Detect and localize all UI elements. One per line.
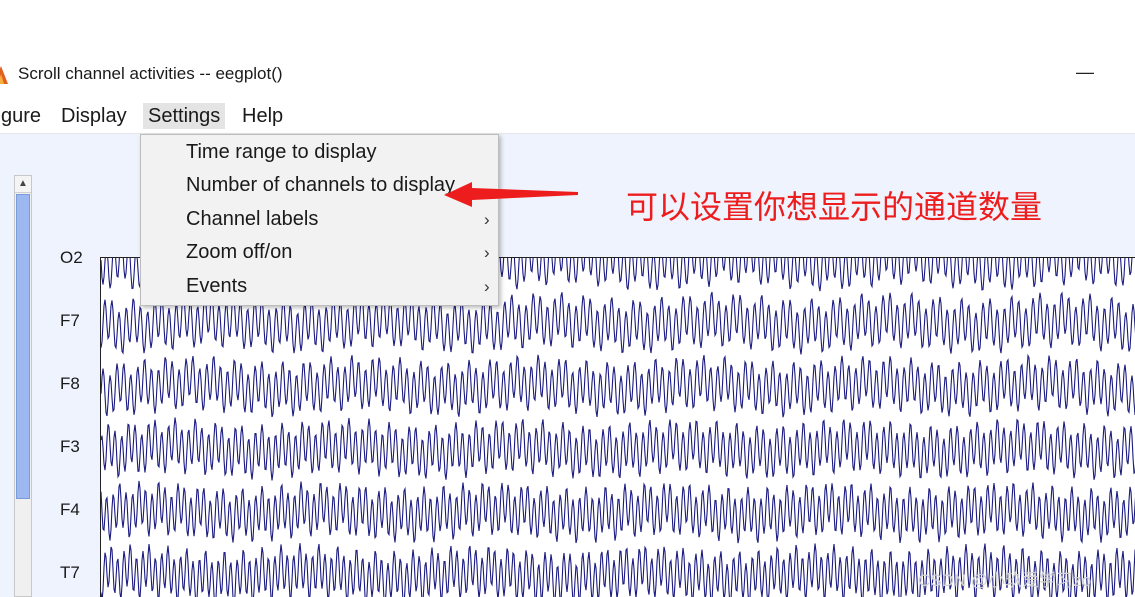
annotation-text: 可以设置你想显示的通道数量 [626,188,1043,226]
menu-item-label: Number of channels to display [186,174,456,196]
menu-item-label: Zoom off/on [186,241,293,263]
scroll-up-icon[interactable]: ▲ [15,176,31,193]
window-titlebar: Scroll channel activities -- eegplot() — [0,62,1135,98]
channel-label-f8: F8 [60,374,80,393]
channel-label-f4: F4 [60,500,80,519]
menu-item-zoom[interactable]: Zoom off/on › [141,237,498,270]
submenu-arrow-icon: › [484,243,490,262]
annotation-arrow-icon [444,182,578,207]
eeg-trace-f3 [101,417,1135,481]
menu-item-label: Channel labels [186,208,319,230]
window-title: Scroll channel activities -- eegplot() [18,64,283,83]
menu-item-label: Events [186,275,248,297]
matlab-app-icon [0,66,8,84]
menu-figure[interactable]: gure [0,103,46,129]
channel-scrollbar[interactable]: ▲ [14,175,32,597]
submenu-arrow-icon: › [484,277,490,296]
scroll-thumb[interactable] [16,194,30,499]
channel-label-f7: F7 [60,311,80,330]
menu-help[interactable]: Help [237,103,288,129]
submenu-arrow-icon: › [484,210,490,229]
eeg-trace-f4 [101,480,1135,544]
menu-item-label: Time range to display [186,141,377,163]
menu-item-time-range[interactable]: Time range to display [141,137,498,170]
channel-label-f3: F3 [60,437,80,456]
menu-display[interactable]: Display [56,103,132,129]
watermark: CSDN @小玖爱学习zo [918,571,1092,590]
minimize-button[interactable]: — [1076,62,1094,83]
menubar: gure Display Settings Help [0,98,1135,134]
channel-label-o2: O2 [60,248,83,267]
eeg-plot-area[interactable] [100,257,1135,597]
settings-dropdown-menu: Time range to display Number of channels… [140,134,499,306]
channel-label-t7: T7 [60,563,80,582]
menu-item-events[interactable]: Events › [141,271,498,304]
eeg-trace-f8 [101,353,1135,418]
menu-settings[interactable]: Settings [143,103,226,129]
eeg-traces [101,258,1135,597]
